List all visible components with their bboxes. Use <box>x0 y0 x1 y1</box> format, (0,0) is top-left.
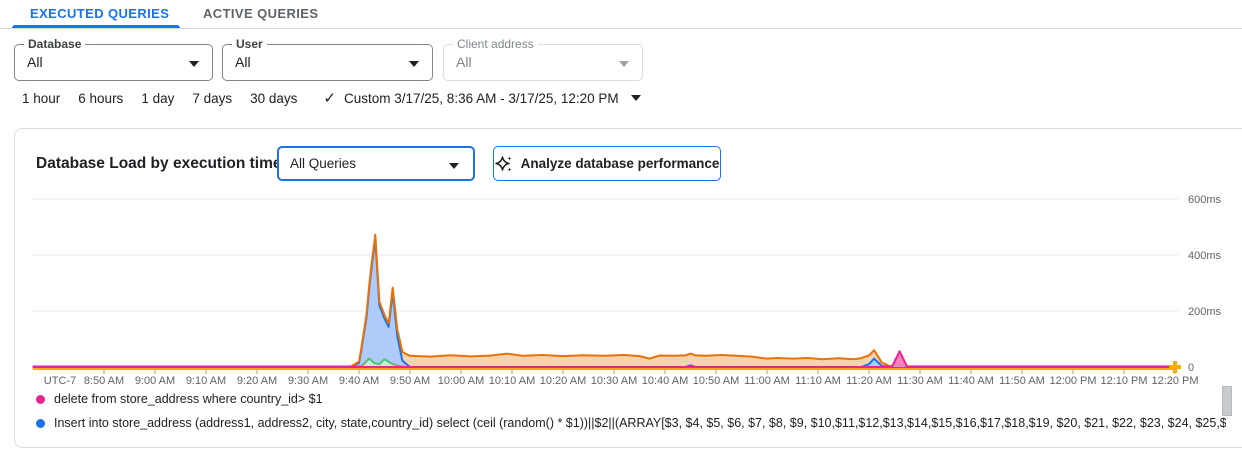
legend-label: Insert into store_address (address1, add… <box>54 416 1226 430</box>
database-filter-dropdown[interactable]: Database All <box>14 44 213 81</box>
time-range-row: 1 hour 6 hours 1 day 7 days 30 days ✓ Custom… <box>22 89 641 107</box>
analyze-database-performance-button[interactable]: Analyze database performance <box>493 146 721 181</box>
analyze-button-label: Analyze database performance <box>521 156 720 171</box>
legend-scrollbar-thumb[interactable] <box>1222 386 1232 416</box>
x-axis-label: 10:50 AM <box>693 375 739 387</box>
x-axis-label: 12:20 PM <box>1151 375 1198 387</box>
x-axis-label: 9:30 AM <box>288 375 328 387</box>
query-filter-value: All Queries <box>290 156 356 171</box>
client-address-filter-value: All <box>456 54 472 70</box>
legend-item[interactable]: delete from store_address where country_… <box>36 392 1226 406</box>
x-axis-label: 9:20 AM <box>237 375 277 387</box>
x-axis-label: 12:00 PM <box>1049 375 1096 387</box>
x-axis-label: 10:40 AM <box>642 375 688 387</box>
x-axis-label: 11:10 AM <box>795 375 841 387</box>
legend-color-dot <box>36 395 45 404</box>
series-line <box>33 239 1175 367</box>
time-preset-1-hour[interactable]: 1 hour <box>22 91 60 106</box>
chart-title: Database Load by execution time <box>36 155 282 173</box>
database-load-chart[interactable]: 600ms 400ms 200ms 0 8:50 AM 9:00 AM 9:10 AM 9:2… <box>0 190 1242 394</box>
custom-range-label: Custom 3/17/25, 8:36 AM - 3/17/25, 12:20… <box>344 91 619 106</box>
y-axis-label: 0 <box>1188 362 1194 374</box>
x-axis-label: 11:30 AM <box>897 375 943 387</box>
x-axis-label: 9:00 AM <box>135 375 175 387</box>
x-axis-label: 11:20 AM <box>846 375 892 387</box>
x-axis-label: 12:10 PM <box>1100 375 1147 387</box>
x-axis-label: 10:00 AM <box>438 375 484 387</box>
x-axis-label: 9:10 AM <box>186 375 226 387</box>
legend-item[interactable]: Insert into store_address (address1, add… <box>36 416 1226 430</box>
query-insights-page: EXECUTED QUERIES ACTIVE QUERIES Database… <box>0 0 1242 454</box>
y-axis-label: 600ms <box>1188 194 1222 206</box>
client-address-filter-dropdown: Client address All <box>443 44 643 81</box>
check-icon: ✓ <box>323 89 336 107</box>
tab-active-queries[interactable]: ACTIVE QUERIES <box>203 6 318 21</box>
legend-color-dot <box>36 419 45 428</box>
x-axis-label: 10:30 AM <box>591 375 637 387</box>
end-marker-icon <box>1169 361 1181 373</box>
x-axis-label: 11:50 AM <box>999 375 1045 387</box>
time-preset-7-days[interactable]: 7 days <box>192 91 232 106</box>
user-filter-value: All <box>235 54 251 70</box>
database-filter-label: Database <box>24 37 85 51</box>
x-axis-label: 8:50 AM <box>84 375 124 387</box>
chevron-down-icon <box>189 61 199 67</box>
chevron-down-icon <box>449 163 459 169</box>
series-area <box>33 239 1175 367</box>
time-preset-30-days[interactable]: 30 days <box>250 91 297 106</box>
tab-divider <box>0 28 1242 29</box>
y-axis-label: 400ms <box>1188 250 1222 262</box>
time-preset-6-hours[interactable]: 6 hours <box>78 91 123 106</box>
y-axis-label: 200ms <box>1188 306 1222 318</box>
client-address-filter-label: Client address <box>453 37 538 51</box>
database-filter-value: All <box>27 54 43 70</box>
chevron-down-icon <box>631 95 641 101</box>
chevron-down-icon <box>619 61 629 67</box>
chart-legend: delete from store_address where country_… <box>36 392 1226 440</box>
x-axis-label: 11:00 AM <box>744 375 790 387</box>
x-axis-label: 10:20 AM <box>540 375 586 387</box>
x-axis-label: 10:10 AM <box>489 375 535 387</box>
query-filter-select[interactable]: All Queries <box>277 146 475 181</box>
chevron-down-icon <box>409 61 419 67</box>
x-axis-label: 9:50 AM <box>390 375 430 387</box>
legend-label: delete from store_address where country_… <box>54 392 323 406</box>
timezone-label: UTC-7 <box>44 375 76 387</box>
spark-icon <box>495 155 513 173</box>
user-filter-dropdown[interactable]: User All <box>222 44 433 81</box>
x-axis-label: 9:40 AM <box>339 375 379 387</box>
user-filter-label: User <box>232 37 267 51</box>
tab-executed-queries[interactable]: EXECUTED QUERIES <box>30 6 169 21</box>
time-preset-1-day[interactable]: 1 day <box>141 91 174 106</box>
time-presets: 1 hour 6 hours 1 day 7 days 30 days <box>22 91 297 106</box>
custom-time-range[interactable]: ✓ Custom 3/17/25, 8:36 AM - 3/17/25, 12:… <box>323 89 640 107</box>
x-axis-label: 11:40 AM <box>948 375 994 387</box>
